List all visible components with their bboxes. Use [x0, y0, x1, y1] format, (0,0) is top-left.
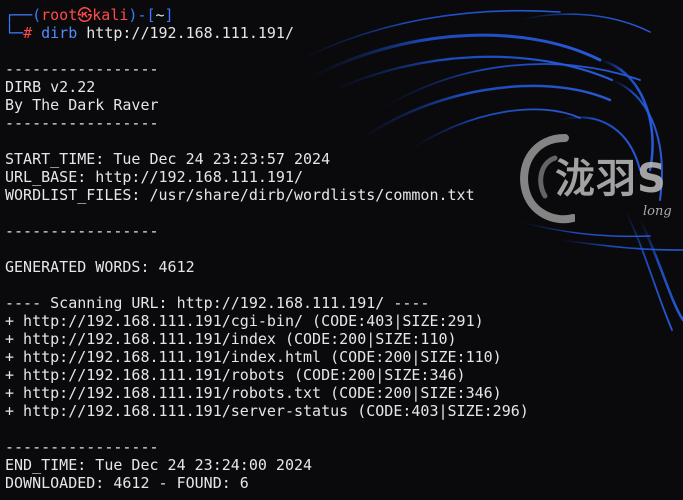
separator-line: ----------------- — [5, 114, 159, 132]
terminal-output: ┌──(root㉿kali)-[~] └─# dirb http://192.1… — [5, 6, 529, 492]
prompt-close: ] — [164, 6, 174, 24]
prompt-at-icon: ㉿ — [77, 6, 93, 24]
prompt-user: root — [41, 6, 78, 24]
command-name: dirb — [41, 24, 78, 42]
separator-line: ----------------- — [5, 438, 159, 456]
prompt-corner-top: ┌──( — [5, 6, 42, 24]
terminal-window[interactable]: 泷羽S long ┌──(root㉿kali)-[~] └─# dirb htt… — [0, 0, 683, 500]
prompt-line-2: └─# dirb http://192.168.111.191/ — [5, 24, 529, 42]
dirb-author: By The Dark Raver — [5, 96, 159, 114]
result-line: + http://192.168.111.191/robots (CODE:20… — [5, 366, 466, 384]
prompt-path: ~ — [155, 6, 165, 24]
watermark-subtext: long — [643, 204, 672, 219]
result-line: + http://192.168.111.191/index (CODE:200… — [5, 330, 457, 348]
start-time: START_TIME: Tue Dec 24 23:23:57 2024 — [5, 150, 331, 168]
scanning-url: ---- Scanning URL: http://192.168.111.19… — [5, 294, 430, 312]
result-line: + http://192.168.111.191/cgi-bin/ (CODE:… — [5, 312, 484, 330]
url-base: URL_BASE: http://192.168.111.191/ — [5, 168, 304, 186]
watermark-logo: 泷羽S long — [515, 128, 683, 228]
prompt-hash: # — [23, 24, 33, 42]
downloaded-summary: DOWNLOADED: 4612 - FOUND: 6 — [5, 474, 249, 492]
result-line: + http://192.168.111.191/server-status (… — [5, 402, 529, 420]
end-time: END_TIME: Tue Dec 24 23:24:00 2024 — [5, 456, 313, 474]
wordlist-files: WORDLIST_FILES: /usr/share/dirb/wordlist… — [5, 186, 475, 204]
generated-words: GENERATED WORDS: 4612 — [5, 258, 195, 276]
separator-line: ----------------- — [5, 222, 159, 240]
command-arg: http://192.168.111.191/ — [86, 24, 294, 42]
watermark-text: 泷羽S — [555, 156, 667, 202]
dirb-title: DIRB v2.22 — [5, 78, 96, 96]
prompt-line-1: ┌──(root㉿kali)-[~] — [5, 6, 529, 24]
prompt-host: kali — [92, 6, 129, 24]
separator-line: ----------------- — [5, 60, 159, 78]
result-line: + http://192.168.111.191/index.html (COD… — [5, 348, 502, 366]
result-line: + http://192.168.111.191/robots.txt (COD… — [5, 384, 502, 402]
prompt-separator: )-[ — [128, 6, 156, 24]
prompt-corner-bottom: └─ — [5, 24, 24, 42]
